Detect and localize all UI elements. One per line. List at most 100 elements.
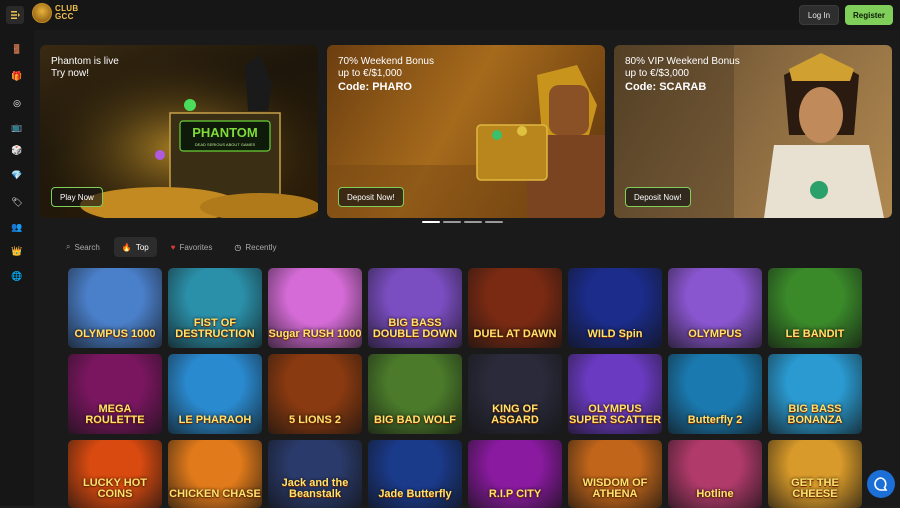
game-title: OLYMPUS [688,328,742,340]
tab-recently[interactable]: ◷ Recently [226,237,284,257]
game-title: BIG BASS BONANZA [787,403,843,426]
gem-icon[interactable]: 💎 [8,166,26,184]
game-title: Butterfly 2 [687,414,743,426]
banner-title-line1: 80% VIP Weekend Bonus [625,56,740,67]
bonus-code: Code: SCARAB [625,81,707,93]
banner-title-line1: Phantom is live [51,56,119,67]
promo-banner-pharo[interactable]: 70% Weekend Bonus up to €/$1,000 Code: P… [327,45,605,218]
chat-icon [874,477,888,491]
banner-title-line2: Try now! [51,68,89,79]
game-title: FIST OF DESTRUCTION [175,317,255,340]
game-tile[interactable]: R.I.P CITY [468,440,562,508]
banner-title: Phantom is live Try now! [51,56,119,80]
carousel-dot[interactable] [422,221,440,223]
game-title: CHICKEN CHASE [169,488,261,500]
tv-icon[interactable]: 📺 [8,118,26,136]
door-icon[interactable]: 🚪 [8,40,26,58]
clock-icon: ◷ [234,242,242,252]
game-tile[interactable]: MEGA ROULETTE [68,354,162,434]
gift-icon[interactable]: 🎁 [8,67,26,85]
heart-icon: ♥ [170,242,176,252]
target-icon[interactable]: ◎ [8,94,26,112]
game-title: MEGA ROULETTE [85,403,145,426]
game-tile[interactable]: BIG BAD WOLF [368,354,462,434]
live-chat-button[interactable] [867,470,895,498]
tab-label: Recently [245,242,277,252]
logo-line2: GCC [55,12,74,21]
game-tile[interactable]: Jade Butterfly [368,440,462,508]
game-title: LE PHARAOH [178,414,252,426]
register-button[interactable]: Register [845,5,893,25]
game-title: BIG BAD WOLF [374,414,456,426]
game-title: LUCKY HOT COINS [83,477,147,500]
game-tile[interactable]: KING OF ASGARD [468,354,562,434]
deposit-now-button[interactable]: Deposit Now! [625,187,691,207]
play-now-button[interactable]: Play Now [51,187,103,207]
game-title: Jade Butterfly [378,488,452,500]
game-tile[interactable]: BIG BASS BONANZA [768,354,862,434]
game-tile[interactable]: FIST OF DESTRUCTION [168,268,262,348]
promo-banner-scarab[interactable]: 80% VIP Weekend Bonus up to €/$3,000 Cod… [614,45,892,218]
sidebar: 🚪 🎁 ◎ 📺 🎲 💎 🏷 👥 👑 🌐 [0,30,34,506]
tab-label: Search [74,242,100,252]
game-title: Sugar RUSH 1000 [268,328,362,340]
banner-title-line2: up to €/$1,000 [338,68,402,79]
crown-icon[interactable]: 👑 [8,242,26,260]
game-title: 5 LIONS 2 [289,414,341,426]
scarab-logo-icon [32,3,52,23]
game-tile[interactable]: OLYMPUS SUPER SCATTER [568,354,662,434]
promo-banner-phantom[interactable]: PHANTOM DEAD SERIOUS ABOUT GAMES Phantom… [40,45,318,218]
game-tile[interactable]: Butterfly 2 [668,354,762,434]
game-tile[interactable]: LUCKY HOT COINS [68,440,162,508]
game-title: WILD Spin [587,328,643,340]
game-tile[interactable]: OLYMPUS [668,268,762,348]
game-tile[interactable]: Hotline [668,440,762,508]
top-header: CLUB GCC Log In Register [0,0,900,30]
game-tile[interactable]: CHICKEN CHASE [168,440,262,508]
phantom-logo-subtext: DEAD SERIOUS ABOUT GAMES [194,142,256,147]
carousel-dot[interactable] [443,221,461,223]
tab-label: Top [135,242,149,252]
banner-title-line1: 70% Weekend Bonus [338,56,434,67]
game-tile[interactable]: LE BANDIT [768,268,862,348]
login-button[interactable]: Log In [799,5,839,25]
game-tile[interactable]: DUEL AT DAWN [468,268,562,348]
game-category-tabs: ⌕ Search 🔥 Top ♥ Favorites ◷ Recently [58,237,284,257]
game-title: GET THE CHEESE [791,477,839,500]
game-tile[interactable]: BIG BASS DOUBLE DOWN [368,268,462,348]
tab-favorites[interactable]: ♥ Favorites [163,237,221,257]
game-title: LE BANDIT [785,328,845,340]
game-tile[interactable]: WISDOM OF ATHENA [568,440,662,508]
game-title: OLYMPUS SUPER SCATTER [568,403,662,426]
game-tile[interactable]: WILD Spin [568,268,662,348]
menu-icon [11,11,20,19]
deposit-now-button[interactable]: Deposit Now! [338,187,404,207]
game-title: R.I.P CITY [488,488,542,500]
main-content: PHANTOM DEAD SERIOUS ABOUT GAMES Phantom… [34,30,900,508]
game-tile[interactable]: 5 LIONS 2 [268,354,362,434]
carousel-pagination [422,221,503,223]
game-tile[interactable]: Jack and the Beanstalk [268,440,362,508]
game-tile[interactable]: Sugar RUSH 1000 [268,268,362,348]
tab-search[interactable]: ⌕ Search [58,237,108,257]
banner-title: 70% Weekend Bonus up to €/$1,000 [338,56,434,80]
game-title: DUEL AT DAWN [473,328,557,340]
globe-icon[interactable]: 🌐 [8,267,26,285]
brand-logo[interactable]: CLUB GCC [32,3,78,23]
game-title: Jack and the Beanstalk [281,477,349,500]
logo-text: CLUB GCC [55,5,78,21]
carousel-dot[interactable] [485,221,503,223]
game-title: OLYMPUS 1000 [74,328,156,340]
search-icon: ⌕ [66,242,71,251]
tab-top[interactable]: 🔥 Top [113,237,157,257]
dice-icon[interactable]: 🎲 [8,141,26,159]
game-tile[interactable]: OLYMPUS 1000 [68,268,162,348]
phantom-logo-text: PHANTOM [192,125,258,140]
carousel-dot[interactable] [464,221,482,223]
tag-icon[interactable]: 🏷 [8,193,26,211]
menu-toggle-button[interactable] [6,6,24,24]
game-title: WISDOM OF ATHENA [582,477,648,500]
people-icon[interactable]: 👥 [8,218,26,236]
game-tile[interactable]: GET THE CHEESE [768,440,862,508]
game-tile[interactable]: LE PHARAOH [168,354,262,434]
